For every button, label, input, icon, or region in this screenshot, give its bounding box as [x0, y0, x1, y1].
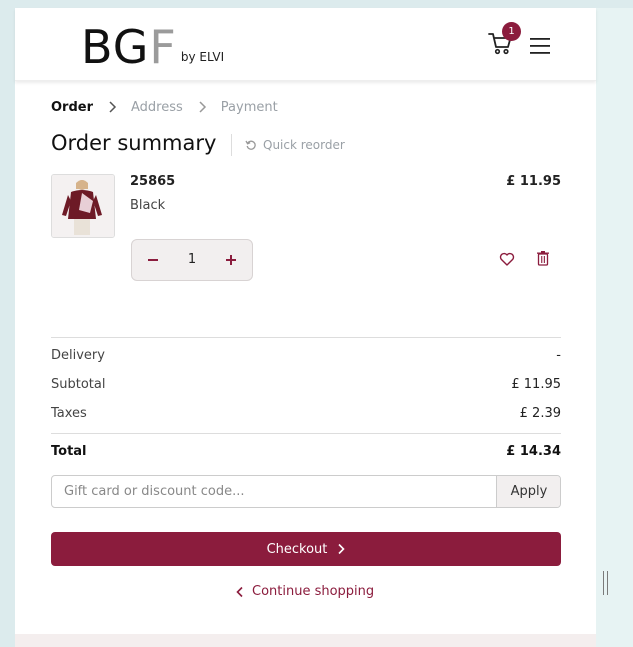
- page-title: Order summary: [51, 131, 217, 155]
- checkout-page: BGF by ELVI 1 Order Address Payment Order…: [15, 8, 596, 647]
- side-panel: [596, 8, 633, 647]
- cart-count-badge: 1: [502, 22, 521, 41]
- logo-f: F: [149, 20, 177, 74]
- heart-icon[interactable]: [499, 251, 515, 267]
- footer-band: [15, 634, 596, 647]
- plus-icon: [226, 255, 236, 265]
- taxes-label: Taxes: [51, 406, 87, 421]
- breadcrumb: Order Address Payment: [51, 98, 278, 116]
- breadcrumb-order[interactable]: Order: [51, 100, 93, 115]
- increase-quantity-button[interactable]: [220, 249, 242, 271]
- product-price: £ 11.95: [506, 174, 561, 189]
- quick-reorder-label: Quick reorder: [263, 138, 345, 152]
- logo-main: BG: [81, 20, 150, 74]
- trash-icon[interactable]: [536, 250, 550, 266]
- title-divider: [231, 134, 232, 156]
- refresh-icon: [245, 140, 256, 150]
- logo[interactable]: BGF by ELVI: [81, 24, 224, 74]
- minus-icon: [148, 259, 158, 261]
- resize-handle[interactable]: [603, 571, 609, 595]
- total-label: Total: [51, 444, 87, 459]
- product-variant: Black: [130, 198, 166, 213]
- decrease-quantity-button[interactable]: [142, 249, 164, 271]
- subtotal-value: £ 11.95: [511, 377, 561, 392]
- hamburger-icon[interactable]: [530, 38, 550, 54]
- promo-code-form: Apply: [51, 475, 561, 508]
- site-header: BGF by ELVI 1: [15, 8, 596, 81]
- chevron-right-icon: [199, 101, 206, 113]
- chevron-right-icon: [109, 101, 117, 113]
- logo-sub: by ELVI: [180, 50, 225, 64]
- chevron-left-icon: [236, 586, 243, 597]
- product-photo: [52, 175, 114, 237]
- divider: [51, 337, 561, 338]
- quantity-value[interactable]: 1: [174, 250, 210, 270]
- apply-button[interactable]: Apply: [496, 476, 560, 507]
- checkout-label: Checkout: [266, 541, 328, 557]
- breadcrumb-payment[interactable]: Payment: [221, 100, 278, 115]
- quick-reorder-button[interactable]: Quick reorder: [245, 138, 345, 152]
- chevron-right-icon: [338, 543, 346, 555]
- taxes-value: £ 2.39: [519, 406, 561, 421]
- checkout-button[interactable]: Checkout: [51, 532, 561, 566]
- continue-shopping-label: Continue shopping: [252, 584, 375, 599]
- delivery-value: -: [556, 348, 561, 363]
- promo-code-input[interactable]: [52, 476, 506, 507]
- total-value: £ 14.34: [506, 444, 561, 459]
- product-name[interactable]: 25865: [130, 174, 175, 189]
- breadcrumb-address[interactable]: Address: [131, 100, 183, 115]
- continue-shopping-link[interactable]: Continue shopping: [236, 584, 374, 599]
- delivery-label: Delivery: [51, 348, 105, 363]
- product-image[interactable]: [51, 174, 115, 238]
- divider: [51, 433, 561, 434]
- quantity-stepper: 1: [131, 239, 253, 281]
- subtotal-label: Subtotal: [51, 377, 106, 392]
